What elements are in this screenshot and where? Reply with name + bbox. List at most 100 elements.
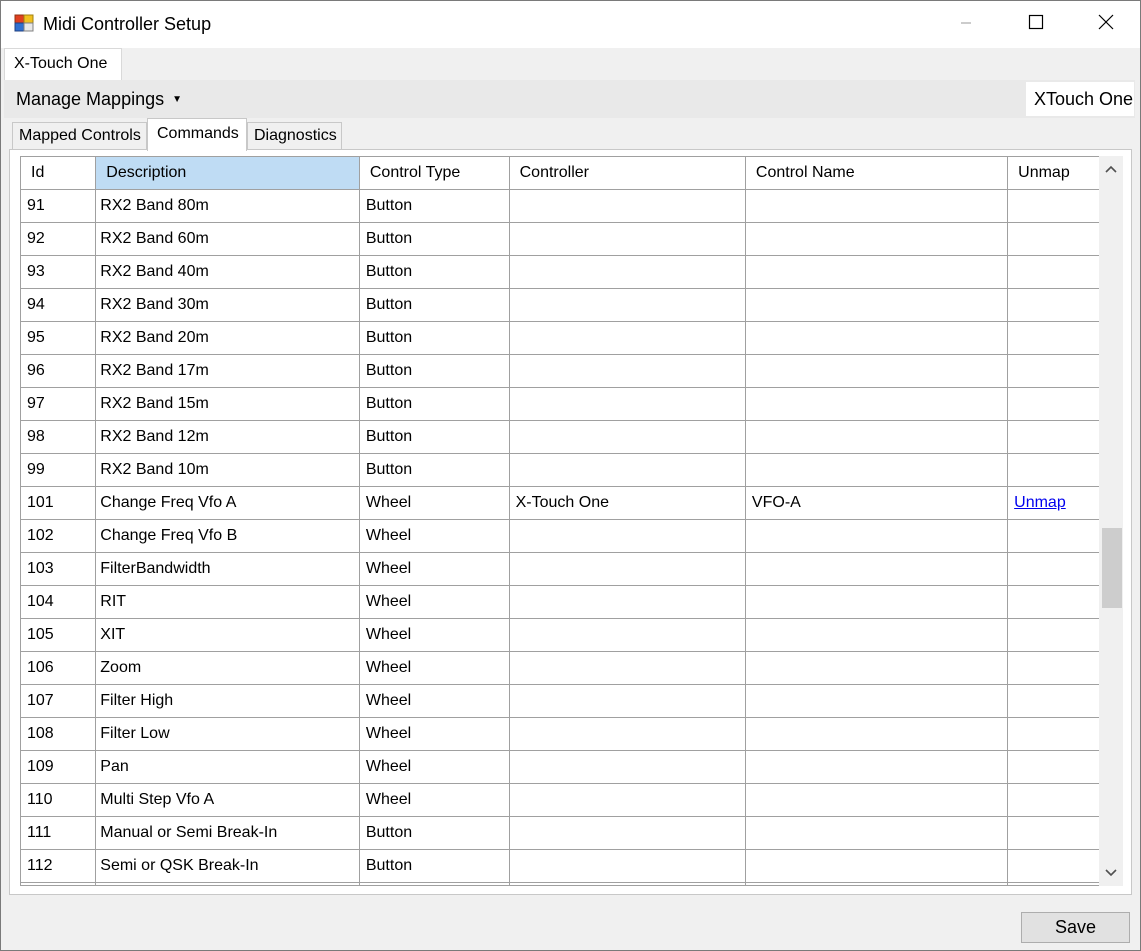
cell-id[interactable]: 104 (21, 585, 97, 619)
cell-id[interactable]: 112 (21, 849, 97, 883)
cell-control-type[interactable]: Button (359, 288, 510, 322)
table-row[interactable]: 94 RX2 Band 30m Button (21, 288, 1106, 322)
cell-control-type[interactable]: Wheel (359, 519, 510, 553)
cell-control-name[interactable] (745, 717, 1009, 751)
cell-control-type[interactable]: Button (359, 420, 510, 454)
table-row[interactable]: 112 Semi or QSK Break-In Button (21, 849, 1106, 883)
cell-description[interactable]: FilterBandwidth (95, 552, 360, 586)
cell-controller[interactable] (509, 882, 746, 885)
cell-control-name[interactable] (745, 882, 1009, 885)
table-row[interactable]: 102 Change Freq Vfo B Wheel (21, 519, 1106, 553)
table-row[interactable]: 111 Manual or Semi Break-In Button (21, 816, 1106, 850)
cell-control-type[interactable]: Wheel (359, 750, 510, 784)
scroll-down-button[interactable] (1099, 860, 1123, 886)
cell-control-type[interactable]: Button (359, 222, 510, 256)
cell-unmap[interactable] (1007, 222, 1106, 256)
cell-unmap[interactable] (1007, 189, 1106, 223)
cell-description[interactable]: RX2 Band 10m (95, 453, 360, 487)
column-header-id[interactable]: Id (21, 157, 97, 190)
cell-control-name[interactable] (745, 585, 1009, 619)
cell-unmap[interactable] (1007, 750, 1106, 784)
cell-control-name[interactable] (745, 519, 1009, 553)
cell-description[interactable]: XIT (95, 618, 360, 652)
cell-controller[interactable] (509, 783, 746, 817)
cell-id[interactable]: 91 (21, 189, 97, 223)
cell-unmap[interactable] (1007, 552, 1106, 586)
table-row[interactable]: 91 RX2 Band 80m Button (21, 189, 1106, 223)
cell-control-name[interactable] (745, 288, 1009, 322)
table-row[interactable]: 92 RX2 Band 60m Button (21, 222, 1106, 256)
column-header-control-type[interactable]: Control Type (359, 157, 510, 190)
tab-commands[interactable]: Commands (147, 118, 247, 151)
cell-control-type[interactable]: Button (359, 321, 510, 355)
cell-id[interactable]: 109 (21, 750, 97, 784)
cell-description[interactable]: RX2 Band 12m (95, 420, 360, 454)
cell-control-type[interactable]: Button (359, 255, 510, 289)
cell-id[interactable]: 108 (21, 717, 97, 751)
cell-unmap[interactable] (1007, 783, 1106, 817)
cell-unmap[interactable] (1007, 519, 1106, 553)
cell-unmap[interactable] (1007, 321, 1106, 355)
column-header-control-name[interactable]: Control Name (745, 157, 1009, 190)
table-row[interactable]: 106 Zoom Wheel (21, 651, 1106, 685)
cell-control-type[interactable] (359, 882, 510, 885)
cell-id[interactable]: 106 (21, 651, 97, 685)
cell-control-type[interactable]: Wheel (359, 651, 510, 685)
cell-description[interactable]: RX2 Band 80m (95, 189, 360, 223)
cell-control-name[interactable] (745, 618, 1009, 652)
cell-unmap[interactable] (1007, 453, 1106, 487)
cell-description[interactable]: Filter Low (95, 717, 360, 751)
cell-control-type[interactable]: Wheel (359, 783, 510, 817)
cell-controller[interactable] (509, 420, 746, 454)
cell-id[interactable]: 101 (21, 486, 97, 520)
table-row[interactable]: 103 FilterBandwidth Wheel (21, 552, 1106, 586)
cell-description[interactable]: Semi or QSK Break-In (95, 849, 360, 883)
cell-description[interactable]: Change Freq Vfo B (95, 519, 360, 553)
cell-control-name[interactable] (745, 321, 1009, 355)
close-button[interactable] (1071, 1, 1140, 48)
table-row[interactable]: 96 RX2 Band 17m Button (21, 354, 1106, 388)
cell-unmap[interactable] (1007, 255, 1106, 289)
cell-controller[interactable] (509, 585, 746, 619)
cell-control-name[interactable] (745, 222, 1009, 256)
cell-control-name[interactable] (745, 684, 1009, 718)
cell-id[interactable]: 93 (21, 255, 97, 289)
cell-controller[interactable] (509, 387, 746, 421)
cell-controller[interactable] (509, 288, 746, 322)
cell-unmap[interactable] (1007, 354, 1106, 388)
cell-id[interactable] (21, 882, 97, 885)
table-row[interactable] (21, 882, 1106, 885)
cell-id[interactable]: 110 (21, 783, 97, 817)
column-header-controller[interactable]: Controller (509, 157, 746, 190)
column-header-unmap[interactable]: Unmap (1007, 157, 1106, 190)
cell-id[interactable]: 94 (21, 288, 97, 322)
table-row[interactable]: 105 XIT Wheel (21, 618, 1106, 652)
cell-unmap[interactable] (1007, 816, 1106, 850)
scroll-up-button[interactable] (1099, 156, 1123, 182)
cell-description[interactable]: Zoom (95, 651, 360, 685)
cell-controller[interactable]: X-Touch One (509, 486, 746, 520)
cell-controller[interactable] (509, 189, 746, 223)
cell-description[interactable]: RX2 Band 20m (95, 321, 360, 355)
cell-unmap[interactable] (1007, 882, 1106, 885)
cell-unmap[interactable] (1007, 618, 1106, 652)
cell-description[interactable]: Pan (95, 750, 360, 784)
cell-description[interactable]: Manual or Semi Break-In (95, 816, 360, 850)
cell-id[interactable]: 103 (21, 552, 97, 586)
tab-mapped-controls[interactable]: Mapped Controls (12, 122, 147, 149)
table-row[interactable]: 108 Filter Low Wheel (21, 717, 1106, 751)
cell-controller[interactable] (509, 321, 746, 355)
cell-description[interactable] (95, 882, 360, 885)
cell-controller[interactable] (509, 255, 746, 289)
table-row[interactable]: 99 RX2 Band 10m Button (21, 453, 1106, 487)
cell-id[interactable]: 92 (21, 222, 97, 256)
cell-controller[interactable] (509, 618, 746, 652)
cell-id[interactable]: 107 (21, 684, 97, 718)
cell-control-name[interactable] (745, 255, 1009, 289)
cell-control-name[interactable] (745, 849, 1009, 883)
cell-description[interactable]: RX2 Band 40m (95, 255, 360, 289)
cell-control-type[interactable]: Button (359, 387, 510, 421)
cell-unmap[interactable] (1007, 288, 1106, 322)
cell-control-type[interactable]: Button (359, 453, 510, 487)
cell-control-name[interactable]: VFO-A (745, 486, 1009, 520)
